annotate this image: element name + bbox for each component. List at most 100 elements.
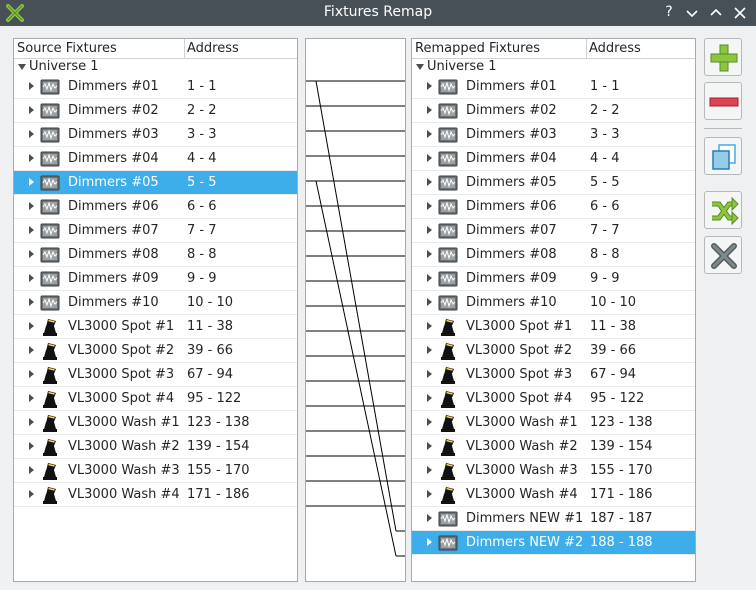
target-fixture-row[interactable]: VL3000 Wash #4 171 - 186 [412, 483, 695, 507]
expand-arrow-icon[interactable] [29, 490, 34, 498]
close-window-icon[interactable] [730, 3, 750, 23]
remove-remap-button[interactable] [704, 82, 742, 120]
expand-arrow-icon[interactable] [29, 442, 34, 450]
target-fixture-row[interactable]: Dimmers #08 8 - 8 [412, 243, 695, 267]
expand-arrow-icon[interactable] [427, 274, 432, 282]
source-fixtures-tree[interactable]: Source Fixtures Address Universe 1 Dimme… [13, 38, 298, 582]
source-fixture-row[interactable]: VL3000 Spot #1 11 - 38 [14, 315, 297, 339]
source-universe-node[interactable]: Universe 1 [14, 59, 297, 75]
target-fixture-row[interactable]: Dimmers #01 1 - 1 [412, 75, 695, 99]
target-fixture-row[interactable]: Dimmers #10 10 - 10 [412, 291, 695, 315]
expand-arrow-icon[interactable] [29, 82, 34, 90]
expand-arrow-icon[interactable] [29, 298, 34, 306]
expand-arrow-icon[interactable] [29, 466, 34, 474]
target-fixture-row[interactable]: VL3000 Spot #3 67 - 94 [412, 363, 695, 387]
expand-arrow-icon[interactable] [427, 370, 432, 378]
remapped-fixtures-column-header[interactable]: Remapped Fixtures [415, 41, 540, 56]
source-fixture-row[interactable]: VL3000 Wash #4 171 - 186 [14, 483, 297, 507]
target-fixture-row[interactable]: VL3000 Spot #4 95 - 122 [412, 387, 695, 411]
expand-arrow-icon[interactable] [29, 106, 34, 114]
collapse-triangle-icon[interactable] [416, 64, 424, 70]
help-button[interactable]: ? [659, 3, 679, 23]
source-fixture-row[interactable]: Dimmers #06 6 - 6 [14, 195, 297, 219]
fixture-address: 7 - 7 [187, 223, 217, 238]
source-fixture-row[interactable]: VL3000 Spot #4 95 - 122 [14, 387, 297, 411]
minimize-icon[interactable] [682, 3, 702, 23]
target-fixture-row[interactable]: VL3000 Spot #2 39 - 66 [412, 339, 695, 363]
close-icon [711, 243, 737, 269]
source-fixture-row[interactable]: Dimmers #04 4 - 4 [14, 147, 297, 171]
expand-arrow-icon[interactable] [427, 442, 432, 450]
fixture-name: VL3000 Spot #2 [68, 343, 175, 358]
source-fixture-row[interactable]: Dimmers #10 10 - 10 [14, 291, 297, 315]
target-fixture-row[interactable]: VL3000 Wash #1 123 - 138 [412, 411, 695, 435]
expand-arrow-icon[interactable] [427, 154, 432, 162]
expand-arrow-icon[interactable] [29, 370, 34, 378]
expand-arrow-icon[interactable] [29, 130, 34, 138]
target-universe-node[interactable]: Universe 1 [412, 59, 695, 75]
expand-arrow-icon[interactable] [427, 106, 432, 114]
source-fixture-row[interactable]: Dimmers #01 1 - 1 [14, 75, 297, 99]
expand-arrow-icon[interactable] [29, 346, 34, 354]
source-fixture-row[interactable]: VL3000 Spot #3 67 - 94 [14, 363, 297, 387]
source-fixture-row[interactable]: Dimmers #05 5 - 5 [14, 171, 297, 195]
collapse-triangle-icon[interactable] [18, 64, 26, 70]
auto-remap-button[interactable] [704, 191, 742, 229]
expand-arrow-icon[interactable] [427, 322, 432, 330]
source-fixture-row[interactable]: VL3000 Spot #2 39 - 66 [14, 339, 297, 363]
expand-arrow-icon[interactable] [29, 274, 34, 282]
source-fixture-row[interactable]: VL3000 Wash #3 155 - 170 [14, 459, 297, 483]
fixture-address: 95 - 122 [187, 391, 242, 406]
target-fixture-row[interactable]: Dimmers #03 3 - 3 [412, 123, 695, 147]
expand-arrow-icon[interactable] [427, 418, 432, 426]
expand-arrow-icon[interactable] [427, 178, 432, 186]
expand-arrow-icon[interactable] [29, 322, 34, 330]
source-fixtures-column-header[interactable]: Source Fixtures [17, 41, 117, 56]
target-fixture-row[interactable]: Dimmers #02 2 - 2 [412, 99, 695, 123]
source-fixture-row[interactable]: Dimmers #07 7 - 7 [14, 219, 297, 243]
expand-arrow-icon[interactable] [427, 202, 432, 210]
expand-arrow-icon[interactable] [427, 346, 432, 354]
target-fixture-row[interactable]: Dimmers NEW #1 187 - 187 [412, 507, 695, 531]
expand-arrow-icon[interactable] [427, 82, 432, 90]
expand-arrow-icon[interactable] [427, 394, 432, 402]
clear-remap-button[interactable] [704, 236, 742, 274]
source-address-column-header[interactable]: Address [187, 41, 239, 56]
clone-button[interactable] [704, 137, 742, 175]
target-fixture-row[interactable]: Dimmers NEW #2 188 - 188 [412, 531, 695, 555]
target-fixture-row[interactable]: Dimmers #05 5 - 5 [412, 171, 695, 195]
expand-arrow-icon[interactable] [427, 466, 432, 474]
source-fixture-row[interactable]: Dimmers #09 9 - 9 [14, 267, 297, 291]
expand-arrow-icon[interactable] [427, 490, 432, 498]
expand-arrow-icon[interactable] [427, 538, 432, 546]
source-fixture-row[interactable]: Dimmers #03 3 - 3 [14, 123, 297, 147]
expand-arrow-icon[interactable] [427, 298, 432, 306]
source-fixture-row[interactable]: Dimmers #02 2 - 2 [14, 99, 297, 123]
target-fixture-row[interactable]: VL3000 Wash #2 139 - 154 [412, 435, 695, 459]
target-fixture-row[interactable]: Dimmers #04 4 - 4 [412, 147, 695, 171]
expand-arrow-icon[interactable] [427, 250, 432, 258]
expand-arrow-icon[interactable] [29, 418, 34, 426]
expand-arrow-icon[interactable] [29, 178, 34, 186]
target-fixture-row[interactable]: VL3000 Wash #3 155 - 170 [412, 459, 695, 483]
add-remap-button[interactable] [704, 38, 742, 76]
target-fixture-row[interactable]: Dimmers #06 6 - 6 [412, 195, 695, 219]
target-fixture-row[interactable]: Dimmers #09 9 - 9 [412, 267, 695, 291]
expand-arrow-icon[interactable] [29, 226, 34, 234]
source-fixture-row[interactable]: Dimmers #08 8 - 8 [14, 243, 297, 267]
expand-arrow-icon[interactable] [427, 514, 432, 522]
target-fixture-row[interactable]: VL3000 Spot #1 11 - 38 [412, 315, 695, 339]
maximize-icon[interactable] [706, 3, 726, 23]
target-address-column-header[interactable]: Address [589, 41, 641, 56]
expand-arrow-icon[interactable] [29, 250, 34, 258]
source-fixture-row[interactable]: VL3000 Wash #2 139 - 154 [14, 435, 297, 459]
target-fixture-row[interactable]: Dimmers #07 7 - 7 [412, 219, 695, 243]
fixture-address: 7 - 7 [590, 223, 620, 238]
source-fixture-row[interactable]: VL3000 Wash #1 123 - 138 [14, 411, 297, 435]
expand-arrow-icon[interactable] [29, 154, 34, 162]
expand-arrow-icon[interactable] [427, 130, 432, 138]
remapped-fixtures-tree[interactable]: Remapped Fixtures Address Universe 1 Dim… [411, 38, 696, 582]
expand-arrow-icon[interactable] [427, 226, 432, 234]
expand-arrow-icon[interactable] [29, 394, 34, 402]
expand-arrow-icon[interactable] [29, 202, 34, 210]
